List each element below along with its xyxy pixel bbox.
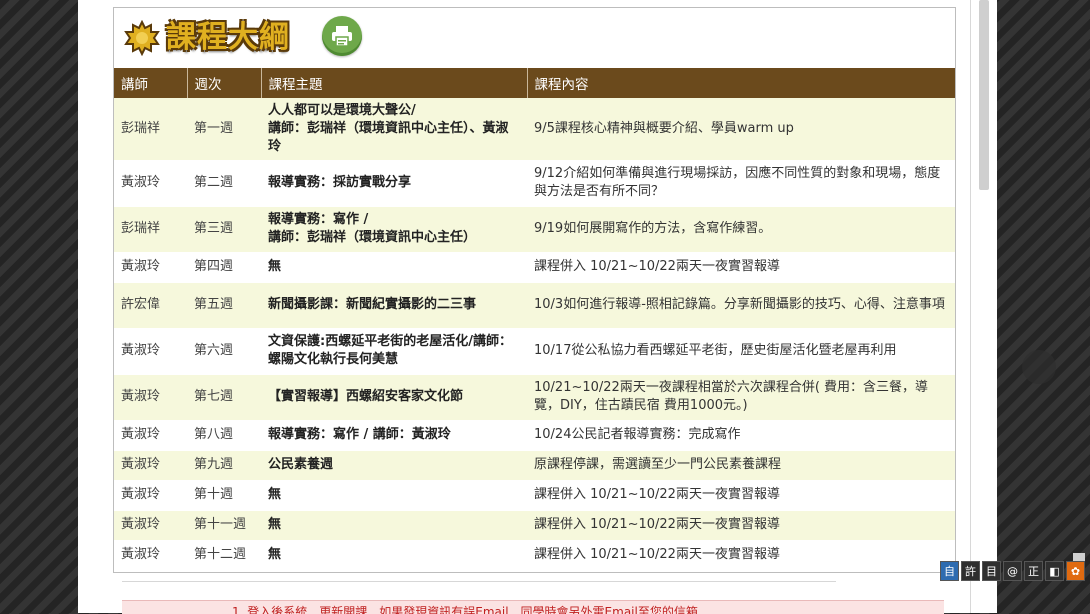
toolbar-button[interactable]: ✿ — [1066, 561, 1085, 581]
page-scrollbar[interactable] — [970, 0, 997, 613]
cell-content: 9/12介紹如何準備與進行現場採訪，因應不同性質的對象和現場，態度與方法是否有所… — [527, 160, 955, 207]
toolbar-button[interactable]: 自 — [940, 561, 959, 581]
toolbar-button[interactable]: 許 — [961, 561, 980, 581]
cell-teacher: 黃淑玲 — [114, 160, 187, 207]
toolbar-button[interactable]: @ — [1003, 561, 1022, 581]
cell-teacher: 黃淑玲 — [114, 420, 187, 451]
cell-content: 課程併入 10/21~10/22兩天一夜實習報導 — [527, 510, 955, 541]
notice-text: 1. 登入後系統…更新開課…如果發現資訊有誤Email…同學時會另外電Email… — [232, 605, 698, 614]
course-outline-panel: 課程大綱 講師 週次 課程主題 課程內容 彭瑞祥 第一週 人人都可以是環境大聲公… — [113, 7, 956, 573]
cell-week: 第四週 — [187, 252, 261, 283]
cell-week: 第十週 — [187, 480, 261, 511]
cell-topic: 無 — [261, 480, 527, 511]
cell-content: 10/17從公私協力看西螺延平老街，歷史街屋活化暨老屋再利用 — [527, 328, 955, 375]
cell-content: 9/5課程核心精神與概要介紹、學員warm up — [527, 98, 955, 161]
gear-badge-icon — [124, 20, 160, 56]
cell-teacher: 黃淑玲 — [114, 510, 187, 541]
toolbar-button[interactable]: 目 — [982, 561, 1001, 581]
table-row: 黃淑玲 第八週 報導實務：寫作 / 講師：黃淑玲 10/24公民記者報導實務：完成寫作 — [114, 420, 955, 451]
cell-teacher: 黃淑玲 — [114, 540, 187, 571]
table-row: 黃淑玲 第二週 報導實務：採訪實戰分享 9/12介紹如何準備與進行現場採訪，因應不同性… — [114, 160, 955, 207]
cell-teacher: 黃淑玲 — [114, 252, 187, 283]
cell-topic: 文資保護:西螺延平老街的老屋活化/講師：螺陽文化執行長何美慧 — [261, 328, 527, 375]
cell-topic: 無 — [261, 252, 527, 283]
cell-topic: 無 — [261, 510, 527, 541]
cell-content: 10/21~10/22兩天一夜課程相當於六次課程合併( 費用：含三餐，導覽，DI… — [527, 374, 955, 421]
table-header-row: 講師 週次 課程主題 課程內容 — [114, 68, 955, 98]
divider — [122, 581, 836, 582]
cell-week: 第七週 — [187, 374, 261, 421]
cell-content: 原課程停課，需選讀至少一門公民素養課程 — [527, 450, 955, 481]
header-content: 課程內容 — [527, 68, 955, 98]
section-title: 課程大綱 — [166, 20, 290, 55]
cell-teacher: 黃淑玲 — [114, 450, 187, 481]
header-week: 週次 — [187, 68, 262, 98]
table-row: 許宏偉 第五週 新聞攝影課：新聞紀實攝影的二三事 10/3如何進行報導-照相記錄篇。分… — [114, 282, 955, 329]
table-row: 彭瑞祥 第一週 人人都可以是環境大聲公/ 講師：彭瑞祥（環境資訊中心主任）、黃淑玲 9… — [114, 98, 955, 161]
cell-teacher: 許宏偉 — [114, 282, 187, 329]
cell-week: 第六週 — [187, 328, 261, 375]
cell-content: 10/24公民記者報導實務：完成寫作 — [527, 420, 955, 451]
notice-bar: 1. 登入後系統…更新開課…如果發現資訊有誤Email…同學時會另外電Email… — [122, 600, 944, 614]
cell-topic: 報導實務：寫作 / 講師：彭瑞祥（環境資訊中心主任） — [261, 206, 527, 253]
section-header: 課程大綱 — [114, 8, 955, 68]
table-row: 黃淑玲 第九週 公民素養週 原課程停課，需選讀至少一門公民素養課程 — [114, 450, 955, 481]
table-row: 黃淑玲 第十二週無課程併入 10/21~10/22兩天一夜實習報導 — [114, 540, 955, 571]
cell-content: 課程併入 10/21~10/22兩天一夜實習報導 — [527, 540, 955, 571]
cell-topic: 人人都可以是環境大聲公/ 講師：彭瑞祥（環境資訊中心主任）、黃淑玲 — [261, 98, 527, 161]
cell-teacher: 彭瑞祥 — [114, 206, 187, 253]
cell-teacher: 彭瑞祥 — [114, 98, 187, 161]
header-topic: 課程主題 — [261, 68, 528, 98]
cell-week: 第八週 — [187, 420, 261, 451]
cell-week: 第二週 — [187, 160, 261, 207]
cell-teacher: 黃淑玲 — [114, 328, 187, 375]
cell-teacher: 黃淑玲 — [114, 480, 187, 511]
table-row: 黃淑玲 第七週 【實習報導】西螺紹安客家文化節 10/21~10/22兩天一夜課程相當… — [114, 374, 955, 421]
cell-topic: 公民素養週 — [261, 450, 527, 481]
course-table: 講師 週次 課程主題 課程內容 彭瑞祥 第一週 人人都可以是環境大聲公/ 講師：彭瑞… — [114, 68, 955, 571]
cell-topic: 無 — [261, 540, 527, 571]
cell-topic: 新聞攝影課：新聞紀實攝影的二三事 — [261, 282, 527, 329]
print-button[interactable] — [322, 16, 362, 56]
table-row: 黃淑玲 第十一週無課程併入 10/21~10/22兩天一夜實習報導 — [114, 510, 955, 541]
table-row: 黃淑玲 第十週無課程併入 10/21~10/22兩天一夜實習報導 — [114, 480, 955, 511]
cell-week: 第九週 — [187, 450, 261, 481]
table-row: 黃淑玲 第六週 文資保護:西螺延平老街的老屋活化/講師：螺陽文化執行長何美慧 10/1… — [114, 328, 955, 375]
cell-week: 第五週 — [187, 282, 261, 329]
floating-button[interactable] — [1022, 350, 1056, 384]
table-row: 黃淑玲 第四週無課程併入 10/21~10/22兩天一夜實習報導 — [114, 252, 955, 283]
table-row: 彭瑞祥 第三週 報導實務：寫作 / 講師：彭瑞祥（環境資訊中心主任） 9/19如何展開… — [114, 206, 955, 253]
toolbar-button[interactable]: 正 — [1024, 561, 1043, 581]
cell-teacher: 黃淑玲 — [114, 374, 187, 421]
cell-topic: 報導實務：採訪實戰分享 — [261, 160, 527, 207]
accessibility-toolbar: 自許目 @ 正 ◧ ✿ — [940, 561, 1085, 581]
cell-week: 第一週 — [187, 98, 261, 161]
cell-week: 第十一週 — [187, 510, 261, 541]
cell-topic: 【實習報導】西螺紹安客家文化節 — [261, 374, 527, 421]
printer-icon — [332, 26, 352, 47]
toolbar-button[interactable]: ◧ — [1045, 561, 1064, 581]
cell-content: 課程併入 10/21~10/22兩天一夜實習報導 — [527, 252, 955, 283]
cell-content: 9/19如何展開寫作的方法，含寫作練習。 — [527, 206, 955, 253]
cell-week: 第三週 — [187, 206, 261, 253]
cell-week: 第十二週 — [187, 540, 261, 571]
cell-content: 課程併入 10/21~10/22兩天一夜實習報導 — [527, 480, 955, 511]
cell-topic: 報導實務：寫作 / 講師：黃淑玲 — [261, 420, 527, 451]
scrollbar-thumb[interactable] — [979, 0, 989, 190]
cell-content: 10/3如何進行報導-照相記錄篇。分享新聞攝影的技巧、心得、注意事項 — [527, 282, 955, 329]
header-teacher: 講師 — [114, 68, 188, 98]
